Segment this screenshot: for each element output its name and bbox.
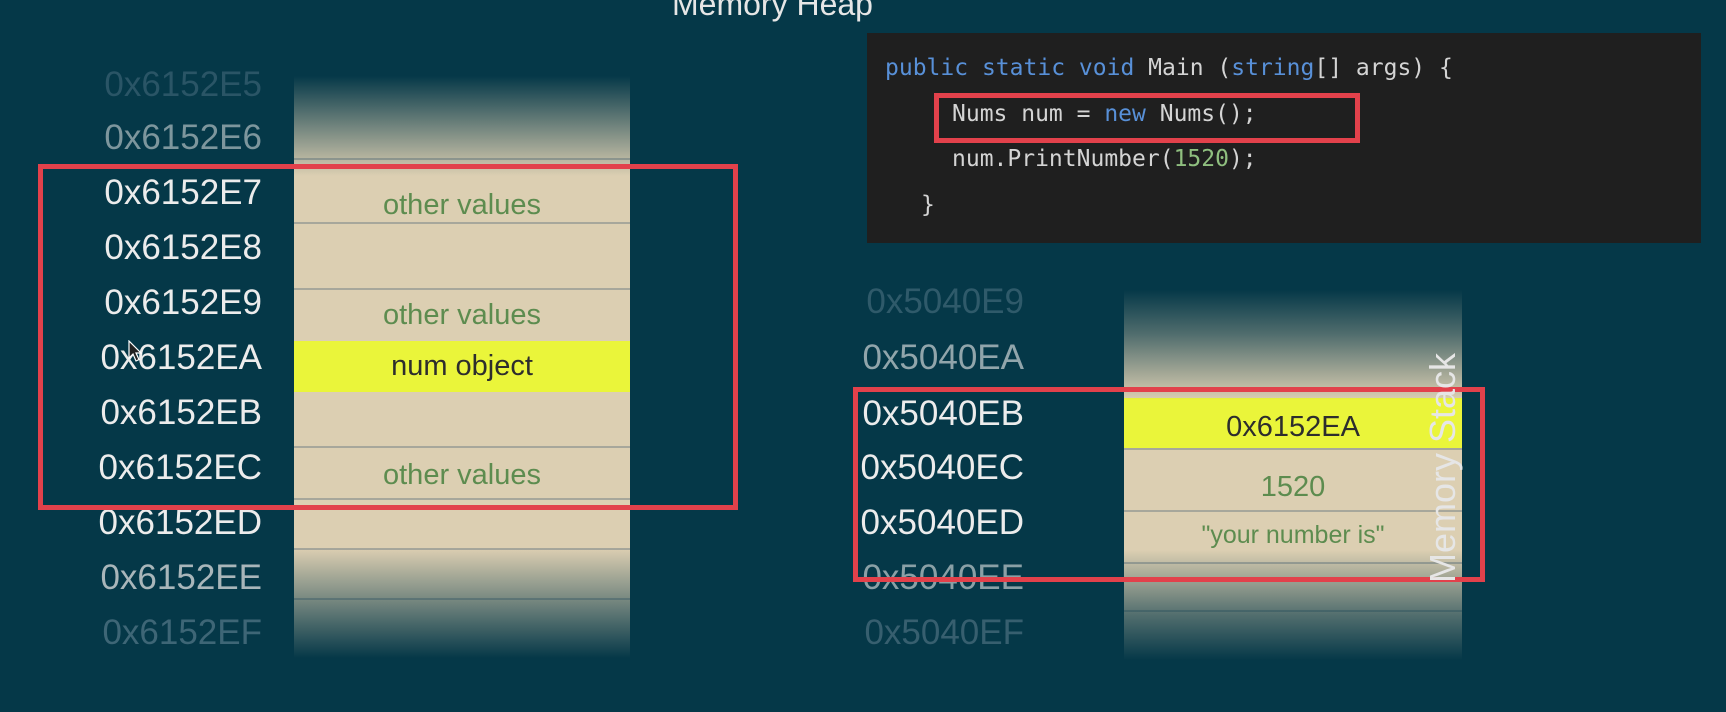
heap-cell-ec: other values: [383, 459, 541, 491]
stack-cell-string: "your number is": [1201, 521, 1385, 549]
divider: [294, 222, 630, 224]
divider: [1124, 448, 1462, 450]
stack-address: 0x5040ED: [860, 503, 1024, 542]
divider: [1124, 562, 1462, 564]
divider: [294, 288, 630, 290]
heap-address: 0x6152EE: [100, 558, 262, 597]
fade-overlay: [294, 76, 630, 176]
cursor-icon: [128, 340, 142, 362]
code-line-2: Nums num = new Nums();: [952, 101, 1257, 127]
heap-address: 0x6152E7: [104, 173, 262, 212]
keyword: new: [1104, 101, 1146, 127]
code-text: Nums();: [1145, 101, 1257, 127]
heap-address: 0x6152EC: [98, 448, 262, 487]
keyword: string: [1231, 55, 1315, 81]
heap-title: Memory Heap: [672, 0, 873, 22]
fade-overlay: [1124, 290, 1462, 400]
code-number: 1520: [1173, 146, 1229, 172]
heap-cell-num-object: num object: [294, 341, 630, 392]
keyword: public: [885, 55, 969, 81]
stack-cell-reference: 0x6152EA: [1124, 398, 1462, 448]
code-snippet: public static void Main (string[] args) …: [867, 33, 1701, 243]
stack-address: 0x5040E9: [866, 282, 1024, 321]
code-params: [] args) {: [1314, 55, 1453, 81]
method-name: Main: [1148, 55, 1204, 81]
heap-address: 0x6152E6: [104, 118, 262, 157]
stack-address: 0x5040EE: [862, 558, 1024, 597]
code-line-3: num.PrintNumber(1520);: [952, 146, 1257, 172]
stack-address: 0x5040EA: [862, 338, 1024, 377]
divider: [294, 446, 630, 448]
code-line-1: public static void Main (string[] args) …: [885, 55, 1453, 81]
heap-column: other values other values num object oth…: [294, 76, 630, 658]
divider: [294, 498, 630, 500]
stack-column: 0x6152EA 1520 "your number is": [1124, 290, 1462, 660]
stack-address: 0x5040EF: [864, 613, 1024, 652]
heap-cell-e7: other values: [383, 189, 541, 221]
stack-cell-number: 1520: [1260, 471, 1326, 503]
heap-address: 0x6152E8: [104, 228, 262, 267]
code-text: num.PrintNumber(: [952, 146, 1174, 172]
code-line-4: }: [921, 192, 935, 218]
stack-address: 0x5040EC: [860, 448, 1024, 487]
heap-cell-e9: other values: [383, 299, 541, 331]
code-text: );: [1228, 146, 1257, 172]
heap-address: 0x6152E9: [104, 283, 262, 322]
fade-overlay: [1124, 550, 1462, 660]
fade-overlay: [294, 548, 630, 658]
heap-address: 0x6152EB: [100, 393, 262, 432]
divider: [1124, 610, 1462, 612]
keyword: static: [981, 55, 1066, 81]
heap-address: 0x6152ED: [98, 503, 262, 542]
heap-address: 0x6152EF: [102, 613, 262, 652]
divider: [294, 548, 630, 550]
divider: [294, 598, 630, 600]
code-text: Nums num =: [952, 101, 1105, 127]
heap-address: 0x6152E5: [104, 65, 262, 104]
code-punct: (: [1217, 55, 1232, 81]
divider: [294, 158, 630, 160]
divider: [1124, 510, 1462, 512]
stack-title-text: Memory Stack: [1422, 352, 1463, 584]
stack-address: 0x5040EB: [862, 394, 1024, 433]
keyword: void: [1078, 55, 1135, 81]
